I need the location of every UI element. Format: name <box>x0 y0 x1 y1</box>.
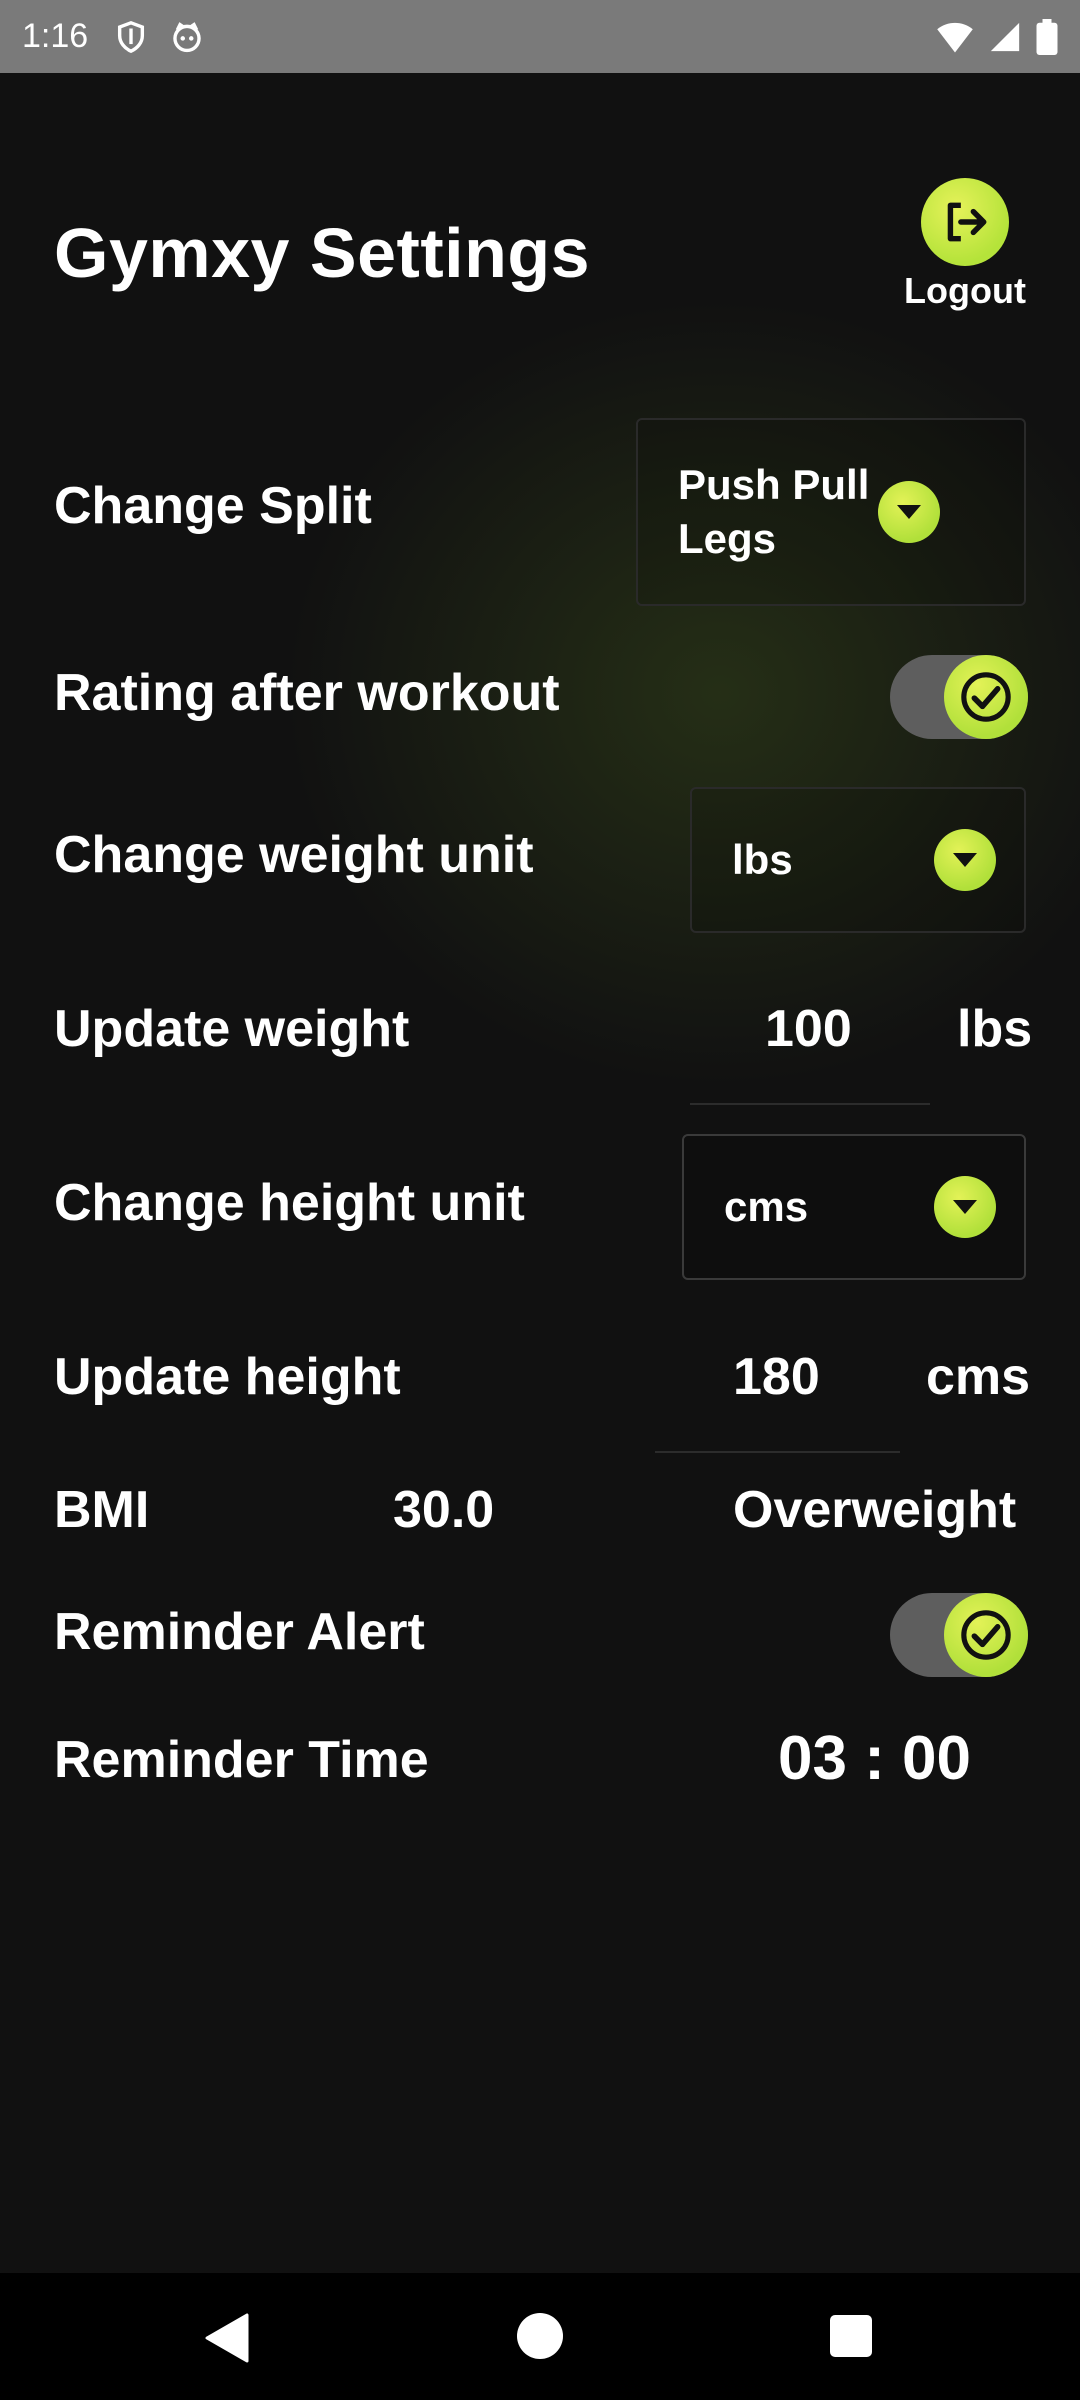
status-time: 1:16 <box>22 17 89 55</box>
home-icon[interactable] <box>517 2313 563 2359</box>
change-height-unit-label: Change height unit <box>54 1174 525 1232</box>
height-unit-arrow-icon[interactable] <box>934 1176 996 1238</box>
recent-apps-icon[interactable] <box>830 2315 872 2357</box>
check-icon <box>944 1593 1028 1677</box>
weight-input-underline <box>690 1103 930 1105</box>
navigation-bar <box>0 2273 1080 2400</box>
weight-unit-suffix: lbs <box>957 1000 1033 1058</box>
reminder-time-picker[interactable]: 03 : 00 <box>778 1723 971 1794</box>
logout-icon[interactable] <box>921 178 1009 266</box>
logout-label: Logout <box>904 270 1026 311</box>
weight-input[interactable]: 100 <box>765 999 852 1059</box>
cat-face-icon <box>173 21 201 52</box>
signal-icon <box>990 22 1020 51</box>
height-unit-dropdown[interactable]: cms <box>682 1134 1026 1280</box>
update-height-label: Update height <box>54 1348 401 1406</box>
wifi-icon <box>937 22 973 52</box>
weight-unit-value: lbs <box>732 836 793 883</box>
height-input-underline <box>655 1451 900 1453</box>
height-input[interactable]: 180 <box>733 1347 820 1407</box>
weight-unit-arrow-icon[interactable] <box>934 829 996 891</box>
change-weight-unit-label: Change weight unit <box>54 826 534 884</box>
weight-unit-dropdown[interactable]: lbs <box>690 787 1026 933</box>
split-dropdown[interactable]: Push Pull Legs <box>636 418 1026 606</box>
update-weight-label: Update weight <box>54 1000 410 1058</box>
rating-after-workout-toggle[interactable] <box>890 655 1028 739</box>
logout-button[interactable]: Logout <box>900 178 1030 312</box>
page-title: Gymxy Settings <box>54 214 591 292</box>
height-unit-suffix: cms <box>926 1348 1031 1406</box>
back-icon[interactable] <box>205 2313 249 2363</box>
status-bar: 1:16 <box>0 0 1080 73</box>
reminder-time-label: Reminder Time <box>54 1731 429 1789</box>
split-dropdown-value: Push Pull Legs <box>678 461 870 562</box>
height-unit-value: cms <box>724 1183 809 1230</box>
change-split-label: Change Split <box>54 477 372 535</box>
settings-screen: Gymxy Settings Logout Change Split Push … <box>0 73 1080 2273</box>
check-icon <box>944 655 1028 739</box>
bmi-value: 30.0 <box>393 1481 495 1539</box>
shield-icon <box>118 20 145 53</box>
reminder-alert-toggle[interactable] <box>890 1593 1028 1677</box>
battery-icon <box>1036 18 1058 55</box>
bmi-label: BMI <box>54 1481 150 1539</box>
reminder-alert-label: Reminder Alert <box>54 1603 425 1661</box>
rating-after-workout-label: Rating after workout <box>54 664 560 722</box>
bmi-category: Overweight <box>733 1481 1017 1539</box>
split-dropdown-arrow-icon[interactable] <box>878 481 940 543</box>
